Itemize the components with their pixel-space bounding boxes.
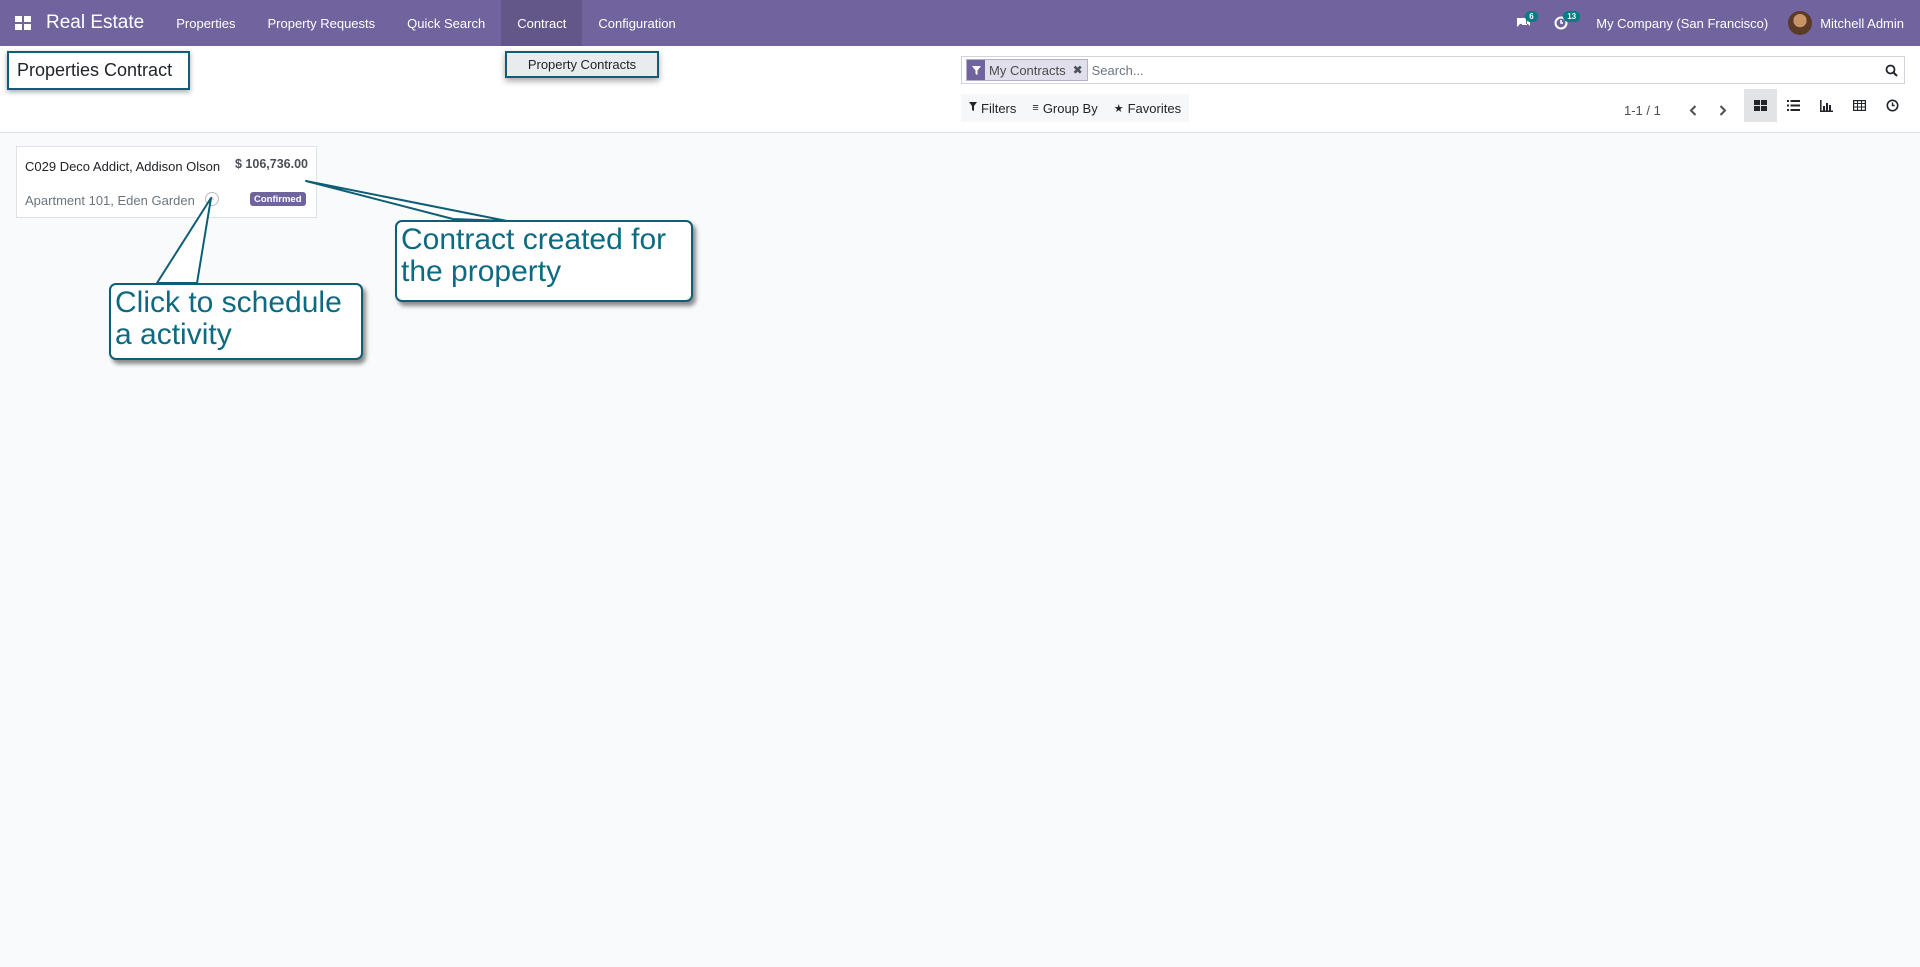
contract-callout-pointer	[305, 180, 508, 222]
app-menu-icon[interactable]	[0, 0, 46, 46]
app-brand[interactable]: Real Estate	[46, 12, 144, 34]
search-facet: My Contracts ✖	[966, 59, 1088, 81]
schedule-activity-clock-icon[interactable]	[205, 192, 219, 206]
user-menu[interactable]: Mitchell Admin	[1788, 11, 1920, 35]
kanban-icon[interactable]	[1744, 89, 1777, 122]
favorites-button[interactable]: ★ Favorites	[1106, 94, 1189, 122]
messages-count-badge: 6	[1525, 11, 1538, 22]
remove-facet-icon[interactable]: ✖	[1069, 63, 1087, 77]
contract-dropdown-menu: Property Contracts	[505, 51, 659, 78]
main-navbar: Real Estate Properties Property Requests…	[0, 0, 1920, 46]
bars-icon: ≡	[1032, 102, 1039, 114]
view-switcher	[1744, 89, 1909, 122]
chevron-left-icon[interactable]	[1679, 98, 1707, 122]
favorites-label: Favorites	[1127, 100, 1182, 116]
menu-quick-search[interactable]: Quick Search	[391, 0, 501, 46]
activity-view-icon[interactable]	[1876, 89, 1909, 122]
company-switcher[interactable]: My Company (San Francisco)	[1580, 16, 1788, 31]
filter-icon	[969, 102, 977, 114]
filter-icon	[967, 60, 985, 80]
messages-button[interactable]: 6	[1504, 0, 1542, 46]
menu-properties[interactable]: Properties	[160, 0, 251, 46]
contract-amount: $ 106,736.00	[235, 157, 308, 171]
pager-value[interactable]: 1-1 / 1	[1624, 103, 1661, 118]
list-icon[interactable]	[1777, 89, 1810, 122]
search-icon[interactable]	[1878, 64, 1904, 77]
facet-label: My Contracts	[989, 62, 1066, 78]
avatar	[1788, 11, 1813, 35]
status-badge: Confirmed	[250, 192, 306, 206]
callout-contract-created: Contract created for the property	[395, 220, 693, 302]
user-name: Mitchell Admin	[1820, 15, 1904, 31]
menu-configuration[interactable]: Configuration	[582, 0, 691, 46]
filters-label: Filters	[981, 100, 1017, 116]
page-title: Properties Contract	[7, 51, 190, 90]
control-panel: Properties Contract My Contracts ✖ Filte…	[0, 46, 1920, 133]
group-by-label: Group By	[1042, 100, 1098, 116]
filters-button[interactable]: Filters	[961, 94, 1024, 122]
activities-count-badge: 13	[1563, 11, 1581, 22]
pivot-icon[interactable]	[1843, 89, 1876, 122]
graph-icon[interactable]	[1810, 89, 1843, 122]
chevron-right-icon[interactable]	[1709, 98, 1737, 122]
property-name: Apartment 101, Eden Garden	[25, 193, 195, 208]
search-options: Filters ≡ Group By ★ Favorites	[961, 94, 1190, 122]
kanban-card[interactable]: C029 Deco Addict, Addison Olson $ 106,73…	[16, 146, 317, 218]
search-bar: My Contracts ✖	[961, 56, 1905, 84]
callout-schedule-activity: Click to schedule a activity	[109, 283, 363, 360]
pager: 1-1 / 1	[1624, 98, 1737, 122]
contract-title: C029 Deco Addict, Addison Olson	[25, 159, 221, 174]
activities-button[interactable]: 13	[1542, 0, 1581, 46]
menu-contract[interactable]: Contract	[501, 0, 583, 46]
menu-property-contracts[interactable]: Property Contracts	[528, 57, 636, 72]
star-icon: ★	[1113, 102, 1124, 115]
menu-property-requests[interactable]: Property Requests	[251, 0, 391, 46]
search-input[interactable]	[1087, 58, 1878, 82]
group-by-button[interactable]: ≡ Group By	[1024, 94, 1105, 122]
